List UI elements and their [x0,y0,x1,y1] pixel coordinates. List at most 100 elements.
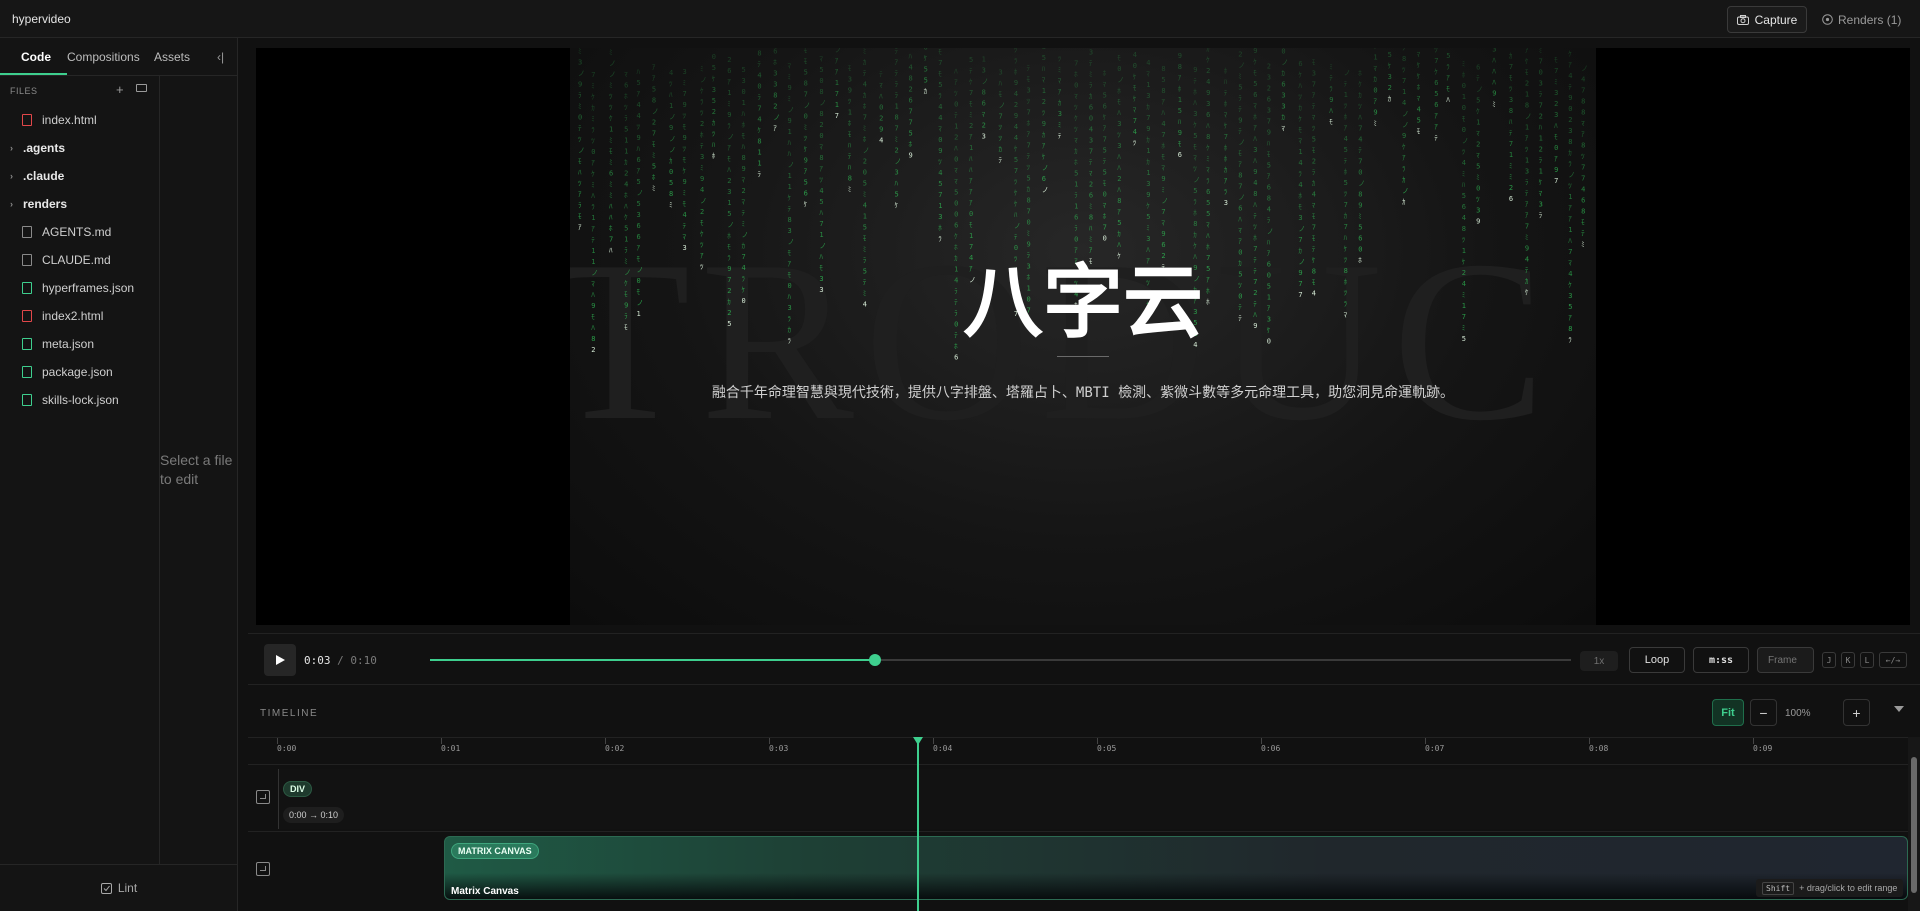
rain-glyph: ﾏ [1193,154,1197,162]
file-item[interactable]: meta.json [0,330,160,358]
file-item[interactable]: CLAUDE.md [0,246,160,274]
scrubber[interactable] [430,654,1571,666]
rain-glyph: ﾗ [1539,91,1543,99]
playhead-handle[interactable] [912,737,923,745]
track-visibility-icon[interactable] [256,790,270,804]
loop-button[interactable]: Loop [1629,647,1685,673]
tab-compositions[interactable]: Compositions [67,50,140,64]
renders-button[interactable]: Renders (1) [1822,6,1912,33]
rain-glyph: ﾓ [1238,150,1242,158]
time-display: 0:03 / 0:10 [304,654,377,667]
rain-glyph: ﾊ [1253,201,1257,209]
add-file-icon[interactable]: + [116,82,124,97]
rain-glyph: ﾎ [773,59,777,67]
rain-glyph: ｶ [1074,148,1078,156]
folder-item[interactable]: › .claude [0,162,160,190]
rain-glyph: ﾂ [1298,93,1302,101]
rain-glyph: 4 [669,69,673,77]
rain-glyph: ﾂ [1344,190,1348,198]
rain-glyph: ﾊ [1193,99,1197,107]
rain-glyph: ｶ [863,91,867,99]
file-item[interactable]: AGENTS.md [0,218,160,246]
rain-glyph: ノ [1476,86,1483,94]
rain-glyph: ｶ [669,157,673,165]
rain-glyph: ﾃ [863,69,867,77]
rain-glyph: 5 [1476,97,1480,105]
rain-glyph: ﾂ [1014,178,1018,186]
tab-code[interactable]: Code [21,50,51,64]
rain-glyph: ﾂ [591,137,595,145]
rain-glyph: ﾏ [1206,221,1210,229]
rain-glyph: ﾎ [1462,71,1466,79]
rain-glyph: 7 [1539,102,1543,110]
scrubber-thumb[interactable] [868,654,881,666]
play-button[interactable] [264,644,296,676]
rain-glyph: 0 [1462,104,1466,112]
scrollbar-thumb[interactable] [1911,757,1917,893]
file-item[interactable]: index2.html [0,302,160,330]
rain-glyph: 5 [1462,192,1466,200]
rain-glyph: 9 [1492,89,1496,97]
rain-glyph: ﾏ [1476,152,1480,160]
rain-glyph: 9 [1178,129,1182,137]
add-folder-icon[interactable] [136,84,147,92]
zoom-out-button[interactable]: − [1750,699,1777,726]
rain-glyph: ﾏ [1058,77,1062,85]
rain-glyph: 5 [1238,84,1242,92]
rain-glyph: 2 [982,122,986,130]
rain-glyph: ﾏ [1146,70,1150,78]
rain-glyph: 4 [1581,186,1585,194]
rain-glyph: ﾎ [1178,85,1182,93]
rain-glyph: 9 [669,124,673,132]
frame-input[interactable] [1757,647,1814,673]
rain-glyph: 1 [835,79,839,87]
fit-button[interactable]: Fit [1712,699,1744,726]
rain-glyph: 8 [1581,142,1585,150]
preview-viewport[interactable]: TRODUC ﾊﾐ3ノ9ﾗﾐ0ﾃﾂノﾓﾊﾂｱﾗﾓｱ7ﾐｹｶﾐﾗﾂ0ｱｹﾐﾊﾗ1ｱ… [256,48,1910,625]
collapse-sidebar-icon[interactable]: ‹| [217,50,224,64]
time-ruler[interactable]: 0:00 0:01 0:02 0:03 0:04 0:05 0:06 0:07 0:08 0:09 [248,737,1908,765]
file-name: hyperframes.json [42,281,135,295]
rain-glyph: ﾃ [1312,103,1316,111]
playhead[interactable] [916,737,919,911]
rain-glyph: ｱ [1042,142,1046,150]
capture-button[interactable]: Capture [1727,6,1807,33]
clip-matrix-canvas[interactable]: MATRIX CANVAS Matrix Canvas [444,836,1908,900]
timeline-scrollbar[interactable] [1908,737,1920,911]
rain-glyph: ノ [1042,164,1049,172]
rain-glyph: 7 [1554,177,1558,185]
folder-item[interactable]: › .agents [0,134,160,162]
lint-button[interactable]: Lint [0,864,238,911]
rain-glyph: ｱ [578,224,582,232]
rain-glyph: ﾎ [1014,68,1018,76]
file-item[interactable]: skills-lock.json [0,386,160,414]
rain-glyph: 3 [773,81,777,89]
file-item[interactable]: index.html [0,106,160,134]
speed-button[interactable]: 1x [1580,651,1618,671]
rain-glyph: ﾗ [591,203,595,211]
rain-glyph: ﾏ [1206,166,1210,174]
folder-item[interactable]: › renders [0,190,160,218]
rain-glyph: 7 [1146,114,1150,122]
rain-glyph: ﾂ [954,90,958,98]
rain-glyph: ﾎ [1103,213,1107,221]
zoom-in-button[interactable]: + [1843,699,1870,726]
filter-icon[interactable] [1894,706,1904,712]
tab-assets[interactable]: Assets [154,50,190,64]
file-item[interactable]: hyperframes.json [0,274,160,302]
file-item[interactable]: package.json [0,358,160,386]
rain-glyph: ﾊ [1224,78,1228,86]
rain-glyph: ﾓ [578,158,582,166]
rain-glyph: 0 [1462,126,1466,134]
rain-glyph: 3 [938,213,942,221]
clip-div[interactable]: DIV 0:00 → 0:10 [278,769,1908,829]
rain-glyph: ｱ [1525,212,1529,220]
rain-glyph: ﾐ [1476,174,1480,182]
track-visibility-icon[interactable] [256,862,270,876]
rain-glyph: 2 [969,122,973,130]
rain-glyph: ｹ [1014,145,1018,153]
rain-glyph: 2 [954,134,958,142]
rain-glyph: ｱ [591,225,595,233]
time-format-button[interactable]: m:ss [1693,647,1749,673]
time-separator: / [337,654,344,667]
